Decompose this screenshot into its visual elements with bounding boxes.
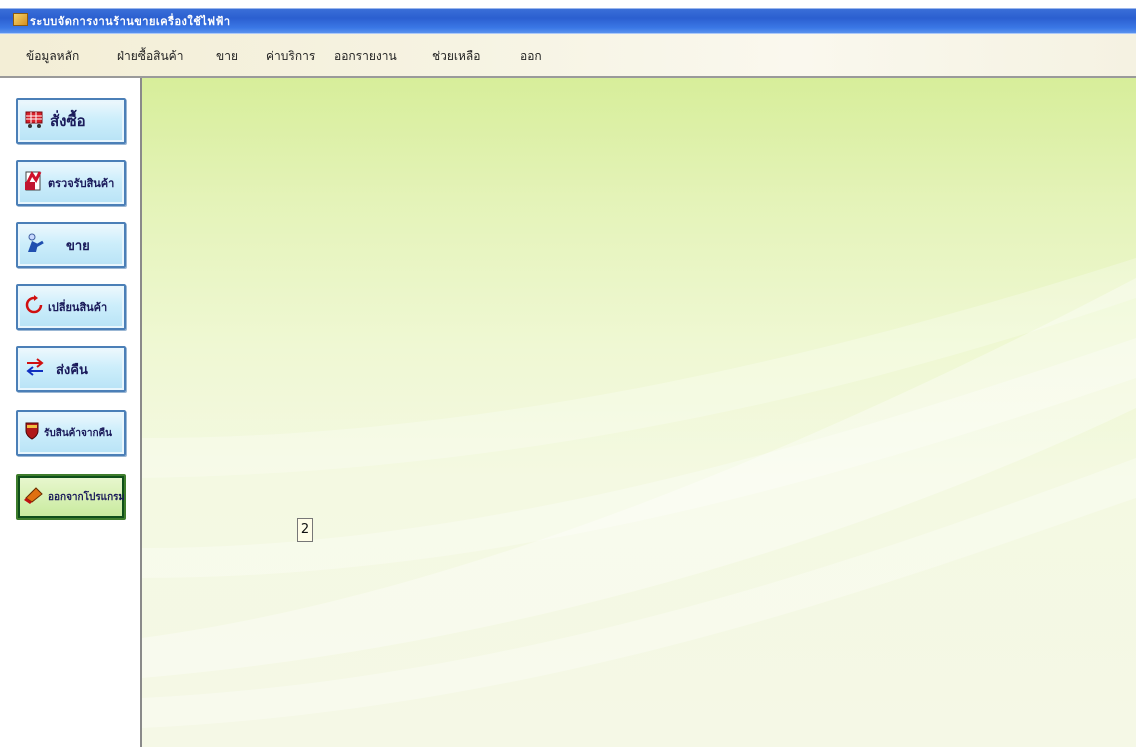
person-icon <box>24 232 46 258</box>
window-title: ระบบจัดการงานร้านขายเครื่องใช้ไฟฟ้า <box>30 15 231 28</box>
exit-program-button-label: ออกจากโปรแกรม <box>48 491 126 503</box>
cart-icon <box>24 108 46 134</box>
sell-button[interactable]: ขาย <box>16 222 126 268</box>
menu-item-purchasing[interactable]: ฝ่ายซื้อสินค้า <box>117 47 183 66</box>
exit-program-button[interactable]: ออกจากโปรแกรม <box>16 474 126 520</box>
menu-item-sales[interactable]: ขาย <box>216 47 238 66</box>
menu-item-service[interactable]: ค่าบริการ <box>266 47 315 66</box>
return-button[interactable]: ส่งคืน <box>16 346 126 392</box>
order-button-label: สั่งซื้อ <box>50 112 86 130</box>
refresh-icon <box>24 295 44 319</box>
swap-arrows-icon <box>24 357 46 381</box>
receive-returned-goods-button-label: รับสินค้าจากคืน <box>44 427 113 439</box>
exchange-goods-button[interactable]: เปลี่ยนสินค้า <box>16 284 126 330</box>
page-indicator: 2 <box>297 518 313 542</box>
sell-button-label: ขาย <box>66 238 90 254</box>
order-button[interactable]: สั่งซื้อ <box>16 98 126 144</box>
menu-item-help[interactable]: ช่วยเหลือ <box>432 47 481 66</box>
app-icon <box>13 13 28 26</box>
return-button-label: ส่งคืน <box>56 362 88 378</box>
receive-goods-button-label: ตรวจรับสินค้า <box>48 177 115 190</box>
title-bar: ระบบจัดการงานร้านขายเครื่องใช้ไฟฟ้า <box>0 0 1136 34</box>
main-content-area <box>142 78 1136 747</box>
shield-icon <box>24 421 40 445</box>
menu-item-master-data[interactable]: ข้อมูลหลัก <box>26 47 79 66</box>
receive-returned-goods-button[interactable]: รับสินค้าจากคืน <box>16 410 126 456</box>
exchange-goods-button-label: เปลี่ยนสินค้า <box>48 301 108 314</box>
background-swoosh <box>142 258 1136 728</box>
menu-item-reports[interactable]: ออกรายงาน <box>334 47 397 66</box>
receive-goods-button[interactable]: ตรวจรับสินค้า <box>16 160 126 206</box>
menu-bar: ข้อมูลหลัก ฝ่ายซื้อสินค้า ขาย ค่าบริการ … <box>0 34 1136 78</box>
exit-icon <box>24 486 44 508</box>
checklist-icon <box>24 170 44 196</box>
menu-item-exit[interactable]: ออก <box>520 47 542 66</box>
